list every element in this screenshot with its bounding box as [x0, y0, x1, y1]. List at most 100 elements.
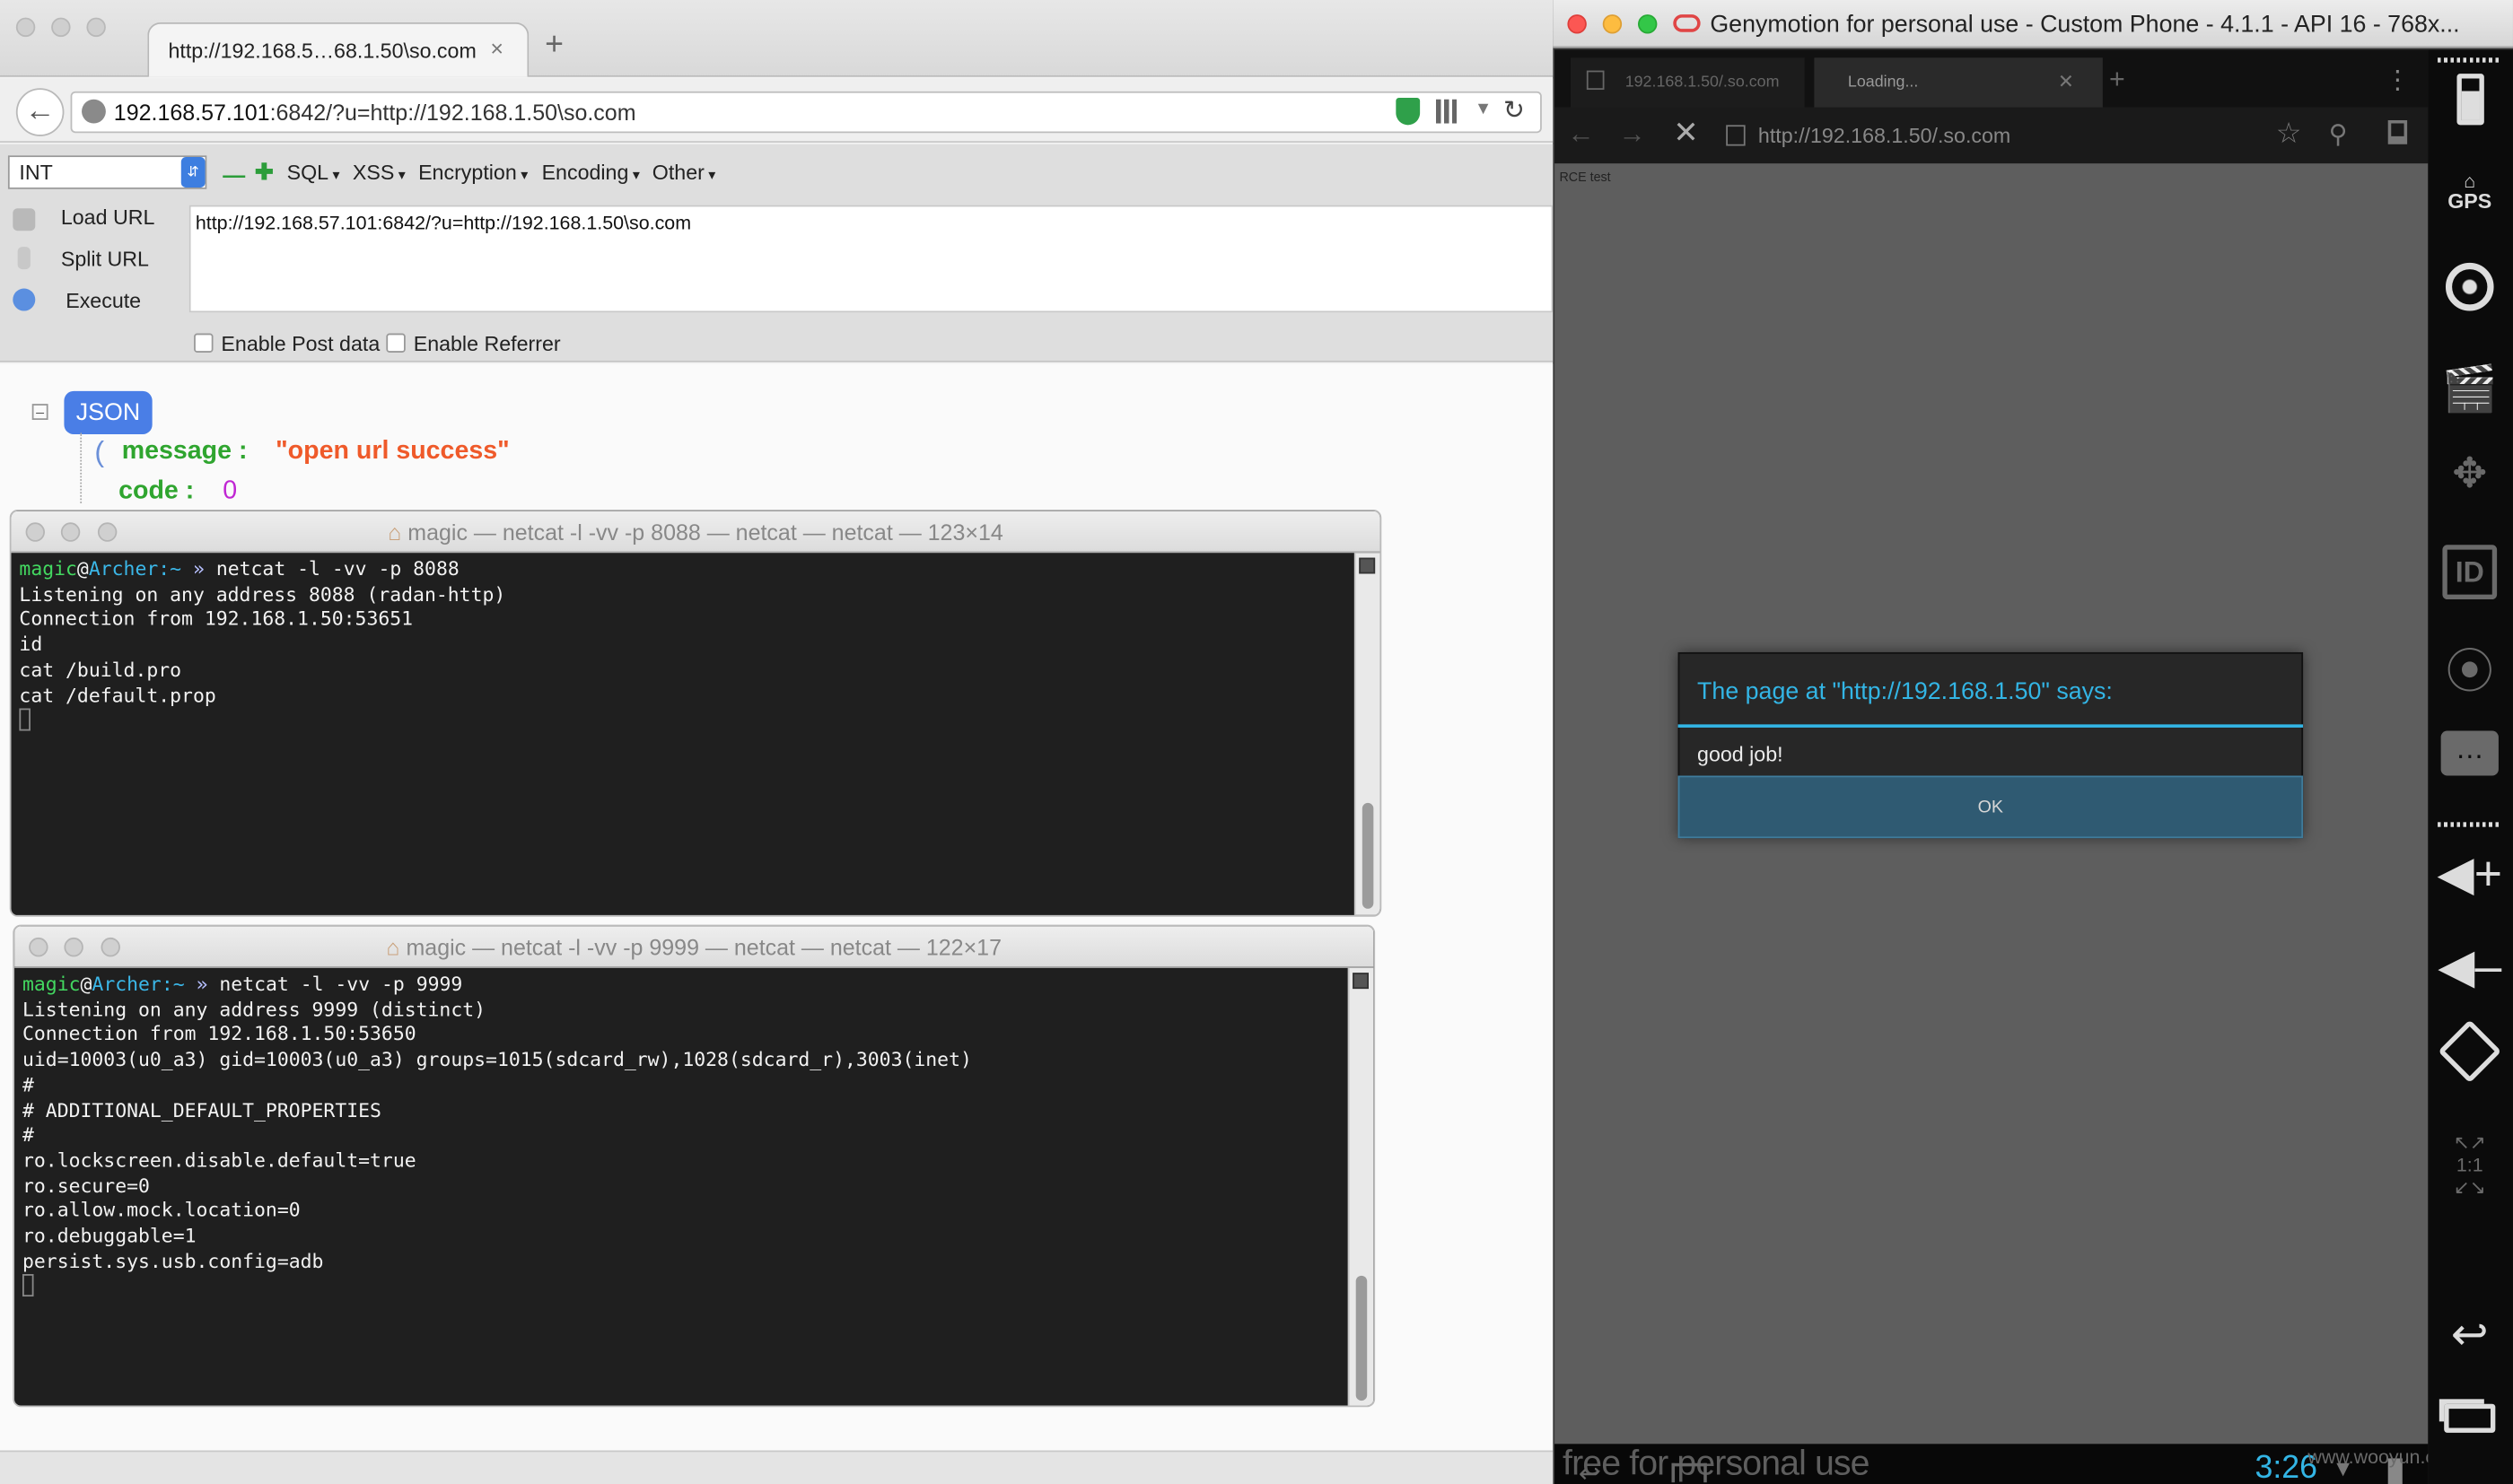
zoom-window-button[interactable] [101, 937, 120, 957]
volume-up-icon[interactable]: ◀+ [2431, 846, 2509, 903]
close-window-button[interactable] [25, 522, 45, 542]
enable-referrer-checkbox[interactable] [386, 333, 406, 353]
rss-icon[interactable]: ⦿ [2431, 632, 2509, 703]
terminal-line: cat /build.pro [19, 658, 182, 681]
new-tab-button[interactable]: + [545, 27, 564, 64]
close-window-button[interactable] [29, 937, 48, 957]
terminal-window-8088[interactable]: ⌂ magic — netcat -l -vv -p 8088 — netcat… [9, 510, 1382, 917]
terminal-output[interactable]: magic@Archer:~ » netcat -l -vv -p 9999 L… [22, 973, 972, 1300]
qr-code-icon[interactable] [1435, 99, 1460, 124]
json-value-message: "open url success" [276, 437, 510, 465]
terminal-line: Listening on any address 9999 (distinct) [22, 998, 486, 1021]
decrement-icon[interactable]: — [223, 161, 245, 188]
new-tab-button[interactable]: + [2109, 64, 2125, 96]
address-text[interactable]: 192.168.57.101:6842/?u=http://192.168.1.… [114, 100, 636, 126]
menu-encoding[interactable]: Encoding [542, 161, 640, 185]
back-arrow-icon[interactable]: ← [1567, 118, 1594, 151]
alert-message: good job! [1697, 742, 1783, 766]
terminal-line: Connection from 192.168.1.50:53650 [22, 1023, 416, 1046]
minimize-window-button[interactable] [60, 522, 81, 542]
nav-back-icon[interactable]: ↩ [1579, 1458, 1600, 1484]
rotate-icon[interactable] [2431, 1019, 2509, 1084]
back-icon[interactable]: ↩ [2431, 1308, 2509, 1361]
terminal-scrollbar[interactable] [1347, 967, 1374, 1406]
terminal-scrollbar[interactable] [1353, 553, 1380, 915]
zoom-window-button[interactable] [97, 522, 118, 542]
execute-button[interactable]: Execute [66, 289, 141, 313]
terminal-title: magic — netcat -l -vv -p 8088 — netcat —… [407, 519, 1003, 546]
bookmarks-icon[interactable] [2387, 119, 2408, 144]
terminal-title: magic — netcat -l -vv -p 9999 — netcat —… [406, 934, 1003, 960]
bookmark-star-icon[interactable]: ☆ [2276, 117, 2302, 151]
close-window-button[interactable] [15, 17, 36, 38]
webcam-icon[interactable] [2431, 262, 2509, 311]
scale-icon[interactable]: ↖↗ 1:1 ↙↘ [2431, 1131, 2509, 1199]
enable-post-checkbox[interactable] [194, 333, 214, 353]
free-use-watermark: free for personal use [1563, 1442, 1869, 1483]
scrollbar-thumb[interactable] [1355, 1275, 1368, 1401]
zoom-window-button[interactable] [86, 17, 106, 38]
prompt-host: Archer [88, 557, 159, 581]
minimize-window-button[interactable] [51, 17, 71, 38]
tab-close-icon[interactable]: × [490, 35, 503, 61]
type-select[interactable]: INT [7, 155, 207, 189]
back-button[interactable]: ← [15, 88, 65, 136]
android-tab-1[interactable]: 192.168.1.50/.so.com [1570, 57, 1805, 108]
stop-loading-icon[interactable]: ✕ [1673, 116, 1698, 153]
load-url-button[interactable]: Load URL [61, 205, 155, 230]
menu-xss[interactable]: XSS [353, 161, 406, 185]
terminal-title-bar[interactable]: ⌂ magic — netcat -l -vv -p 8088 — netcat… [11, 511, 1380, 554]
device-id-label: ID [2442, 545, 2498, 600]
tab-close-icon[interactable]: ✕ [2058, 71, 2074, 93]
json-key-message: message : [121, 437, 248, 465]
page-label: RCE test [1559, 170, 1611, 185]
sidebar-grip [2438, 822, 2502, 827]
json-badge[interactable]: JSON [64, 390, 153, 435]
minimize-window-button[interactable] [64, 937, 83, 957]
menu-encryption[interactable]: Encryption [418, 161, 528, 185]
terminal-output[interactable]: magic@Archer:~ » netcat -l -vv -p 8088 L… [19, 558, 505, 734]
terminal-line: # [22, 1123, 34, 1147]
prompt-path: :~ [158, 557, 182, 581]
nav-home-icon[interactable] [1671, 1462, 1707, 1483]
overflow-menu-icon[interactable]: ⋮ [2385, 64, 2411, 96]
zoom-window-button[interactable] [1637, 14, 1658, 34]
load-url-icon[interactable] [13, 208, 36, 231]
dpad-icon[interactable]: ✥ [2431, 449, 2509, 498]
hackbar-url-textarea[interactable]: http://192.168.57.101:6842/?u=http://192… [188, 205, 1554, 313]
terminal-title-bar[interactable]: ⌂ magic — netcat -l -vv -p 9999 — netcat… [14, 926, 1374, 968]
increment-icon[interactable]: ✚ [255, 159, 274, 186]
reload-icon[interactable]: ↻ [1503, 94, 1525, 127]
ok-button[interactable]: OK [1677, 775, 2304, 839]
url-dropdown-icon[interactable]: ▼ [1475, 100, 1492, 118]
menu-sql[interactable]: SQL [287, 161, 340, 185]
forward-arrow-icon[interactable]: → [1619, 118, 1646, 151]
recent-apps-icon[interactable] [2431, 1403, 2509, 1433]
split-url-icon[interactable] [17, 247, 31, 270]
screencast-icon[interactable]: 🎬 [2431, 362, 2509, 415]
browser-tab[interactable]: http://192.168.5…68.1.50\so.com [147, 22, 530, 77]
minimize-window-button[interactable] [1602, 14, 1623, 34]
gps-icon[interactable]: ⌂ GPS [2431, 171, 2509, 213]
home-icon: ⌂ [388, 519, 402, 546]
volume-down-icon[interactable]: ◀– [2431, 939, 2509, 996]
select-arrows-icon[interactable]: ⇵ [180, 157, 206, 188]
address-path: :6842/?u=http://192.168.1.50\so.com [269, 99, 636, 126]
terminal-line: ro.allow.mock.location=0 [22, 1199, 301, 1222]
terminal-command: netcat -l -vv -p 8088 [204, 557, 460, 581]
execute-icon[interactable] [13, 288, 36, 311]
device-id-icon[interactable]: ID [2431, 545, 2509, 600]
menu-other[interactable]: Other [652, 161, 716, 185]
terminal-line: id [19, 633, 43, 656]
sms-icon[interactable]: … [2431, 730, 2509, 776]
close-window-button[interactable] [1567, 14, 1587, 34]
scrollbar-thumb[interactable] [1362, 802, 1374, 909]
search-icon[interactable]: ⚲ [2329, 118, 2348, 151]
android-url-text[interactable]: http://192.168.1.50/.so.com [1758, 124, 2010, 148]
split-url-button[interactable]: Split URL [61, 247, 149, 271]
battery-icon[interactable] [2431, 74, 2509, 126]
shield-icon[interactable] [1396, 97, 1421, 126]
collapse-icon[interactable]: – [31, 404, 48, 420]
terminal-line: cat /default.prop [19, 683, 216, 706]
terminal-window-9999[interactable]: ⌂ magic — netcat -l -vv -p 9999 — netcat… [13, 924, 1376, 1408]
